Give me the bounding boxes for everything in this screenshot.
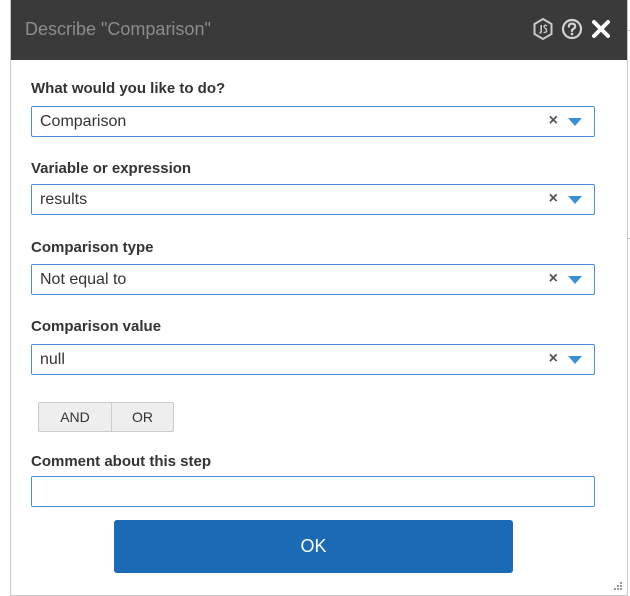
and-button[interactable]: AND: [38, 402, 112, 432]
ok-button[interactable]: OK: [114, 520, 513, 573]
clear-icon[interactable]: ×: [549, 350, 558, 368]
comparison-type-label: Comparison type: [31, 239, 154, 256]
action-select-value: Comparison: [40, 113, 127, 130]
logic-button-group: AND OR: [38, 402, 174, 432]
chevron-down-icon[interactable]: [568, 118, 582, 126]
action-label: What would you like to do?: [31, 80, 226, 97]
action-select[interactable]: Comparison ×: [31, 106, 595, 137]
clear-icon[interactable]: ×: [549, 190, 558, 208]
chevron-down-icon[interactable]: [568, 196, 582, 204]
comparison-value-label: Comparison value: [31, 318, 162, 335]
variable-select-value: results: [40, 191, 88, 208]
dialog-title: Describe "Comparison": [25, 19, 211, 39]
comment-input[interactable]: [31, 476, 595, 507]
js-icon[interactable]: [533, 18, 553, 40]
comment-label: Comment about this step: [31, 453, 212, 470]
clear-icon[interactable]: ×: [549, 112, 558, 130]
clear-icon[interactable]: ×: [549, 270, 558, 288]
variable-label: Variable or expression: [31, 160, 192, 177]
resize-grip-icon[interactable]: [613, 581, 623, 591]
titlebar-icons: [533, 18, 611, 40]
or-button[interactable]: OR: [112, 402, 174, 432]
comparison-value-select[interactable]: null ×: [31, 344, 595, 375]
comparison-type-select-value: Not equal to: [40, 271, 127, 288]
chevron-down-icon[interactable]: [568, 276, 582, 284]
chevron-down-icon[interactable]: [568, 356, 582, 364]
variable-select[interactable]: results ×: [31, 184, 595, 215]
describe-dialog: Describe "Comparison" What would you lik…: [10, 0, 628, 596]
dialog-titlebar[interactable]: Describe "Comparison": [11, 0, 627, 60]
help-icon[interactable]: [561, 18, 583, 40]
comparison-value-select-value: null: [40, 351, 65, 368]
close-icon[interactable]: [591, 19, 611, 39]
comparison-type-select[interactable]: Not equal to ×: [31, 264, 595, 295]
